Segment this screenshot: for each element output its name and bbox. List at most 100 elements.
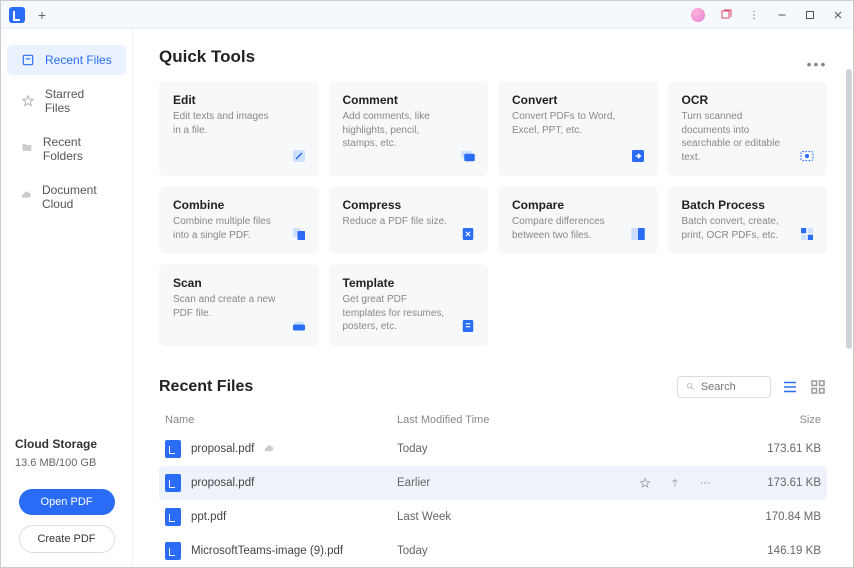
folder-icon [21, 142, 33, 156]
theme-icon[interactable] [685, 3, 711, 27]
tool-card-convert[interactable]: Convert Convert PDFs to Word, Excel, PPT,… [498, 81, 658, 176]
file-size-cell: 146.19 KB [741, 545, 821, 557]
scrollbar-thumb[interactable] [846, 69, 852, 349]
cloud-sync-icon [264, 444, 274, 454]
tool-card-compress[interactable]: Compress Reduce a PDF file size. [329, 186, 489, 254]
tool-desc: Get great PDF templates for resumes, pos… [343, 293, 475, 334]
sidebar-item-recent-files[interactable]: Recent Files [7, 45, 126, 75]
more-icon[interactable] [699, 477, 711, 489]
grid-view-icon[interactable] [809, 378, 827, 396]
row-actions [639, 477, 711, 489]
minimize-button[interactable] [769, 3, 795, 27]
scrollbar-track [845, 69, 852, 567]
table-row[interactable]: proposal.pdf Earlier173.61 KB [159, 466, 827, 500]
file-name-cell: proposal.pdf [165, 440, 397, 458]
sidebar-item-recent-folders[interactable]: Recent Folders [7, 127, 126, 171]
edit-icon [289, 146, 309, 166]
notifications-icon[interactable] [713, 3, 739, 27]
quick-tools-grid: EditEdit texts and images in a file.Comm… [159, 81, 827, 346]
sidebar-item-document-cloud[interactable]: Document Cloud [7, 175, 126, 219]
sidebar: Recent Files Starred Files Recent Folder… [1, 29, 133, 567]
quick-tools-title: Quick Tools [159, 47, 255, 67]
search-icon [686, 381, 695, 392]
sidebar-item-label: Recent Folders [43, 135, 112, 163]
tool-card-combine[interactable]: CombineCombine multiple files into a sin… [159, 186, 319, 254]
search-box[interactable] [677, 376, 771, 398]
combine-icon [289, 224, 309, 244]
tool-desc: Add comments, like highlights, pencil, s… [343, 110, 475, 151]
open-pdf-button[interactable]: Open PDF [19, 489, 115, 515]
recent-files-icon [21, 53, 35, 67]
titlebar: + [1, 1, 853, 29]
tool-card-compare[interactable]: CompareCompare differences between two f… [498, 186, 658, 254]
compress-icon [458, 224, 478, 244]
file-name-cell: ppt.pdf [165, 508, 397, 526]
kebab-menu-icon[interactable] [741, 3, 767, 27]
tool-title: Comment [343, 93, 475, 107]
new-tab-button[interactable]: + [33, 6, 51, 24]
tool-card-batch-process[interactable]: Batch Process Batch convert, create, prin… [668, 186, 828, 254]
file-size-cell: 173.61 KB [741, 443, 821, 455]
main-content: Quick Tools ••• EditEdit texts and image… [133, 29, 853, 567]
tool-title: Batch Process [682, 198, 814, 212]
tool-desc: Turn scanned documents into searchable o… [682, 110, 814, 164]
table-row[interactable]: ppt.pdf Last Week170.84 MB [159, 500, 827, 534]
file-list: proposal.pdfToday173.61 KBproposal.pdfEa… [159, 432, 827, 568]
cloud-icon [21, 190, 32, 204]
titlebar-left: + [1, 6, 51, 24]
list-view-icon[interactable] [781, 378, 799, 396]
tool-card-edit[interactable]: EditEdit texts and images in a file. [159, 81, 319, 176]
recent-files-title: Recent Files [159, 378, 253, 396]
file-size-cell: 170.84 MB [741, 511, 821, 523]
search-input[interactable] [701, 381, 762, 393]
tool-title: Convert [512, 93, 644, 107]
close-button[interactable] [825, 3, 851, 27]
table-row[interactable]: MicrosoftTeams-image (9).pdfToday146.19 … [159, 534, 827, 568]
star-icon[interactable] [639, 477, 651, 489]
cloud-storage-title: Cloud Storage [15, 437, 118, 451]
tool-desc: Convert PDFs to Word, Excel, PPT, etc. [512, 110, 644, 137]
pdf-file-icon [165, 474, 181, 492]
tool-card-ocr[interactable]: OCR Turn scanned documents into searchabl… [668, 81, 828, 176]
tool-title: Compress [343, 198, 475, 212]
tool-desc: Reduce a PDF file size. [343, 215, 475, 229]
scan-icon [289, 316, 309, 336]
app-logo-icon [9, 7, 25, 23]
sidebar-item-label: Recent Files [45, 53, 112, 67]
tool-title: Compare [512, 198, 644, 212]
file-modified-cell: Last Week [397, 511, 741, 523]
tool-desc: Combine multiple files into a single PDF… [173, 215, 305, 242]
convert-icon [628, 146, 648, 166]
recent-files-controls [677, 376, 827, 398]
tool-title: OCR [682, 93, 814, 107]
file-name: proposal.pdf [191, 443, 254, 455]
sidebar-item-starred-files[interactable]: Starred Files [7, 79, 126, 123]
maximize-button[interactable] [797, 3, 823, 27]
file-size-cell: 173.61 KB [741, 477, 821, 489]
table-row[interactable]: proposal.pdf Today173.61 KB [159, 432, 827, 466]
create-pdf-button[interactable]: Create PDF [19, 525, 115, 553]
template-icon [458, 316, 478, 336]
file-name-cell: proposal.pdf [165, 474, 397, 492]
tool-desc: Scan and create a new PDF file. [173, 293, 305, 320]
comment-icon [458, 146, 478, 166]
tool-desc: Edit texts and images in a file. [173, 110, 305, 137]
file-name: proposal.pdf [191, 477, 254, 489]
table-header: Name Last Modified Time Size [159, 408, 827, 432]
tool-card-scan[interactable]: ScanScan and create a new PDF file. [159, 264, 319, 346]
quick-tools-more-icon[interactable]: ••• [807, 55, 827, 73]
upload-icon[interactable] [669, 477, 681, 489]
star-icon [21, 94, 35, 108]
tool-desc: Batch convert, create, print, OCR PDFs, … [682, 215, 814, 242]
col-size: Size [741, 414, 821, 426]
file-modified-cell: Earlier [397, 477, 741, 489]
tool-card-template[interactable]: TemplateGet great PDF templates for resu… [329, 264, 489, 346]
file-modified-cell: Today [397, 443, 741, 455]
tool-card-comment[interactable]: Comment Add comments, like highlights, pe… [329, 81, 489, 176]
ocr-icon [797, 146, 817, 166]
pdf-file-icon [165, 508, 181, 526]
file-name: ppt.pdf [191, 511, 226, 523]
file-name: MicrosoftTeams-image (9).pdf [191, 545, 343, 557]
app-body: Recent Files Starred Files Recent Folder… [1, 29, 853, 567]
app-window: + Recent Files Starred Files Recent Fold [0, 0, 854, 568]
